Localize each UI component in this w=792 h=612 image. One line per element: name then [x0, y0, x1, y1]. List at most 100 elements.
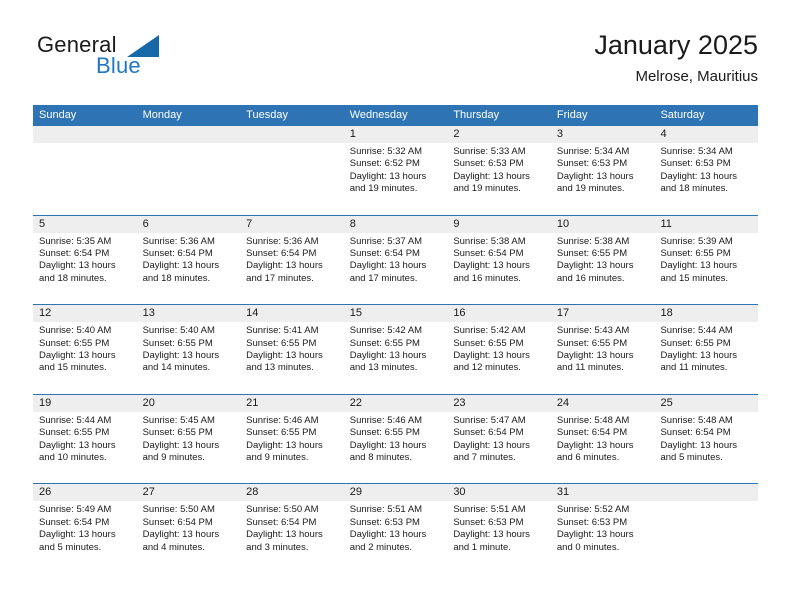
calendar-day-cell[interactable]: 23 Sunrise: 5:47 AM Sunset: 6:54 PM Dayligh… — [447, 394, 551, 484]
day-number: 28 — [240, 484, 344, 502]
calendar-day-cell[interactable]: 12 Sunrise: 5:40 AM Sunset: 6:55 PM Dayligh… — [33, 305, 137, 394]
daylight-text-line2: and 14 minutes. — [142, 362, 211, 374]
calendar-day-cell[interactable]: 1 Sunrise: 5:32 AM Sunset: 6:52 PM Daylight… — [343, 126, 448, 215]
weekday-header-monday: Monday — [142, 109, 182, 121]
daylight-text-line1: Daylight: 13 hours — [453, 350, 530, 361]
sunset-text: Sunset: 6:54 PM — [453, 427, 524, 439]
daylight-text-line2: and 1 minute. — [453, 541, 511, 553]
calendar-day-cell[interactable]: 20 Sunrise: 5:45 AM Sunset: 6:55 PM Dayligh… — [136, 394, 241, 484]
daylight-text-line2: and 5 minutes. — [660, 452, 723, 463]
weekday-header-saturday: Saturday — [660, 109, 705, 121]
sunrise-text: Sunrise: 5:52 AM — [556, 504, 630, 516]
day-number — [136, 126, 241, 143]
calendar-day-cell[interactable]: 18 Sunrise: 5:44 AM Sunset: 6:55 PM Dayligh… — [654, 305, 759, 394]
calendar-day-cell[interactable]: 15 Sunrise: 5:42 AM Sunset: 6:55 PM Dayligh… — [343, 305, 448, 394]
calendar-day-cell[interactable]: 25 Sunrise: 5:48 AM Sunset: 6:54 PM Dayligh… — [654, 394, 759, 484]
calendar-day-cell[interactable]: 21 Sunrise: 5:46 AM Sunset: 6:55 PM Dayligh… — [240, 394, 344, 484]
sunset-text: Sunset: 6:54 PM — [556, 427, 628, 439]
weekday-header-row: Sunday Monday Tuesday Wednesday Thursday… — [33, 105, 758, 125]
day-number: 1 — [343, 126, 448, 143]
daylight-text-line1: Daylight: 13 hours — [660, 350, 738, 361]
sunrise-text: Sunrise: 5:47 AM — [453, 414, 526, 426]
day-number: 6 — [136, 215, 241, 233]
calendar-day-cell[interactable]: 10 Sunrise: 5:38 AM Sunset: 6:55 PM Dayligh… — [550, 215, 655, 305]
title-block: January 2025 Melrose, Mauritius — [594, 28, 758, 88]
day-sun-info: Sunrise: 5:42 AM Sunset: 6:55 PM Daylight:… — [447, 322, 551, 375]
day-sun-info: Sunrise: 5:44 AM Sunset: 6:55 PM Daylight:… — [654, 322, 758, 375]
calendar-day-cell[interactable]: 24 Sunrise: 5:48 AM Sunset: 6:54 PM Dayligh… — [550, 394, 655, 484]
calendar-day-cell[interactable]: 5 Sunrise: 5:35 AM Sunset: 6:54 PM Daylight… — [33, 215, 137, 305]
sunset-text: Sunset: 6:52 PM — [349, 158, 420, 170]
daylight-text-line2: and 16 minutes. — [453, 272, 521, 284]
day-number: 29 — [343, 484, 448, 502]
day-number: 15 — [343, 305, 448, 323]
day-number: 18 — [654, 305, 759, 323]
sunset-text: Sunset: 6:54 PM — [39, 516, 110, 528]
day-sun-info: Sunrise: 5:34 AM Sunset: 6:53 PM Daylight:… — [654, 143, 758, 196]
calendar-day-cell[interactable]: 6 Sunrise: 5:36 AM Sunset: 6:54 PM Daylight… — [136, 215, 241, 305]
daylight-text-line1: Daylight: 13 hours — [349, 529, 427, 541]
daylight-text-line1: Daylight: 13 hours — [349, 350, 427, 361]
day-number: 8 — [343, 215, 448, 233]
daylight-text-line1: Daylight: 13 hours — [349, 260, 427, 272]
day-sun-info: Sunrise: 5:52 AM Sunset: 6:53 PM Daylight:… — [551, 501, 655, 554]
day-sun-info: Sunrise: 5:43 AM Sunset: 6:55 PM Daylight:… — [551, 322, 655, 375]
calendar-day-cell[interactable]: 14 Sunrise: 5:41 AM Sunset: 6:55 PM Dayligh… — [240, 305, 344, 394]
daylight-text-line2: and 15 minutes. — [660, 272, 729, 284]
calendar-day-cell[interactable]: 31 Sunrise: 5:52 AM Sunset: 6:53 PM Dayligh… — [550, 484, 655, 573]
calendar-day-cell[interactable]: 8 Sunrise: 5:37 AM Sunset: 6:54 PM Daylight… — [343, 215, 448, 305]
calendar-day-cell[interactable]: 26 Sunrise: 5:49 AM Sunset: 6:54 PM Dayligh… — [33, 484, 137, 573]
calendar-day-cell[interactable]: 9 Sunrise: 5:38 AM Sunset: 6:54 PM Daylight… — [447, 215, 551, 305]
day-number — [240, 126, 344, 143]
day-number: 17 — [550, 305, 655, 323]
calendar-day-cell[interactable]: 13 Sunrise: 5:40 AM Sunset: 6:55 PM Dayligh… — [136, 305, 241, 394]
sunrise-text: Sunrise: 5:42 AM — [453, 325, 526, 337]
calendar-day-cell[interactable]: 7 Sunrise: 5:36 AM Sunset: 6:54 PM Daylight… — [240, 215, 344, 305]
calendar-day-cell[interactable]: 4 Sunrise: 5:34 AM Sunset: 6:53 PM Daylight… — [654, 126, 759, 215]
sunrise-text: Sunrise: 5:49 AM — [39, 504, 112, 516]
calendar-day-cell[interactable]: 30 Sunrise: 5:51 AM Sunset: 6:53 PM Dayligh… — [447, 484, 551, 573]
day-number: 10 — [550, 215, 655, 233]
daylight-text-line2: and 7 minutes. — [453, 452, 516, 463]
sunrise-text: Sunrise: 5:48 AM — [556, 414, 630, 426]
calendar-day-cell[interactable]: 3 Sunrise: 5:34 AM Sunset: 6:53 PM Daylight… — [550, 126, 655, 215]
calendar-day-cell[interactable]: 19 Sunrise: 5:44 AM Sunset: 6:55 PM Dayligh… — [33, 394, 137, 484]
calendar-day-cell[interactable]: 22 Sunrise: 5:46 AM Sunset: 6:55 PM Dayligh… — [343, 394, 448, 484]
sunrise-text: Sunrise: 5:41 AM — [246, 325, 319, 337]
day-number: 30 — [447, 484, 551, 502]
day-sun-info: Sunrise: 5:32 AM Sunset: 6:52 PM Daylight:… — [344, 143, 448, 196]
day-number: 23 — [447, 394, 551, 412]
sunset-text: Sunset: 6:55 PM — [556, 248, 628, 259]
calendar-day-cell-empty — [33, 126, 137, 215]
day-sun-info: Sunrise: 5:40 AM Sunset: 6:55 PM Daylight:… — [137, 322, 241, 375]
day-number: 9 — [447, 215, 551, 233]
sunrise-text: Sunrise: 5:46 AM — [349, 414, 423, 426]
day-number: 27 — [136, 484, 241, 502]
calendar-day-cell[interactable]: 2 Sunrise: 5:33 AM Sunset: 6:53 PM Daylight… — [447, 126, 551, 215]
day-sun-info: Sunrise: 5:47 AM Sunset: 6:54 PM Daylight:… — [447, 412, 551, 465]
daylight-text-line2: and 9 minutes. — [246, 452, 309, 463]
sunrise-text: Sunrise: 5:42 AM — [349, 325, 423, 337]
day-sun-info: Sunrise: 5:49 AM Sunset: 6:54 PM Daylight:… — [33, 501, 137, 554]
calendar-day-cell[interactable]: 29 Sunrise: 5:51 AM Sunset: 6:53 PM Dayligh… — [343, 484, 448, 573]
day-number: 14 — [240, 305, 344, 323]
day-sun-info: Sunrise: 5:38 AM Sunset: 6:54 PM Daylight:… — [447, 233, 551, 286]
calendar-day-cell[interactable]: 11 Sunrise: 5:39 AM Sunset: 6:55 PM Dayligh… — [654, 215, 759, 305]
day-number: 22 — [343, 394, 448, 412]
page-title: January 2025 — [594, 30, 758, 60]
calendar-day-cell[interactable]: 17 Sunrise: 5:43 AM Sunset: 6:55 PM Dayligh… — [550, 305, 655, 394]
day-number: 7 — [240, 215, 344, 233]
calendar-day-cell[interactable]: 16 Sunrise: 5:42 AM Sunset: 6:55 PM Dayligh… — [447, 305, 551, 394]
calendar-day-cell[interactable]: 27 Sunrise: 5:50 AM Sunset: 6:54 PM Dayligh… — [136, 484, 241, 573]
day-sun-info: Sunrise: 5:51 AM Sunset: 6:53 PM Daylight:… — [344, 501, 448, 554]
calendar-day-cell[interactable]: 28 Sunrise: 5:50 AM Sunset: 6:54 PM Dayligh… — [240, 484, 344, 573]
sunrise-text: Sunrise: 5:48 AM — [660, 414, 733, 426]
sunrise-text: Sunrise: 5:34 AM — [660, 146, 733, 157]
sunrise-text: Sunrise: 5:45 AM — [142, 414, 215, 426]
daylight-text-line1: Daylight: 13 hours — [453, 170, 530, 182]
weekday-header-thursday: Thursday — [453, 109, 500, 121]
general-blue-logo[interactable]: General Blue — [33, 32, 293, 92]
sunset-text: Sunset: 6:55 PM — [556, 337, 628, 349]
daylight-text-line1: Daylight: 13 hours — [556, 439, 634, 451]
sunset-text: Sunset: 6:54 PM — [246, 248, 317, 259]
